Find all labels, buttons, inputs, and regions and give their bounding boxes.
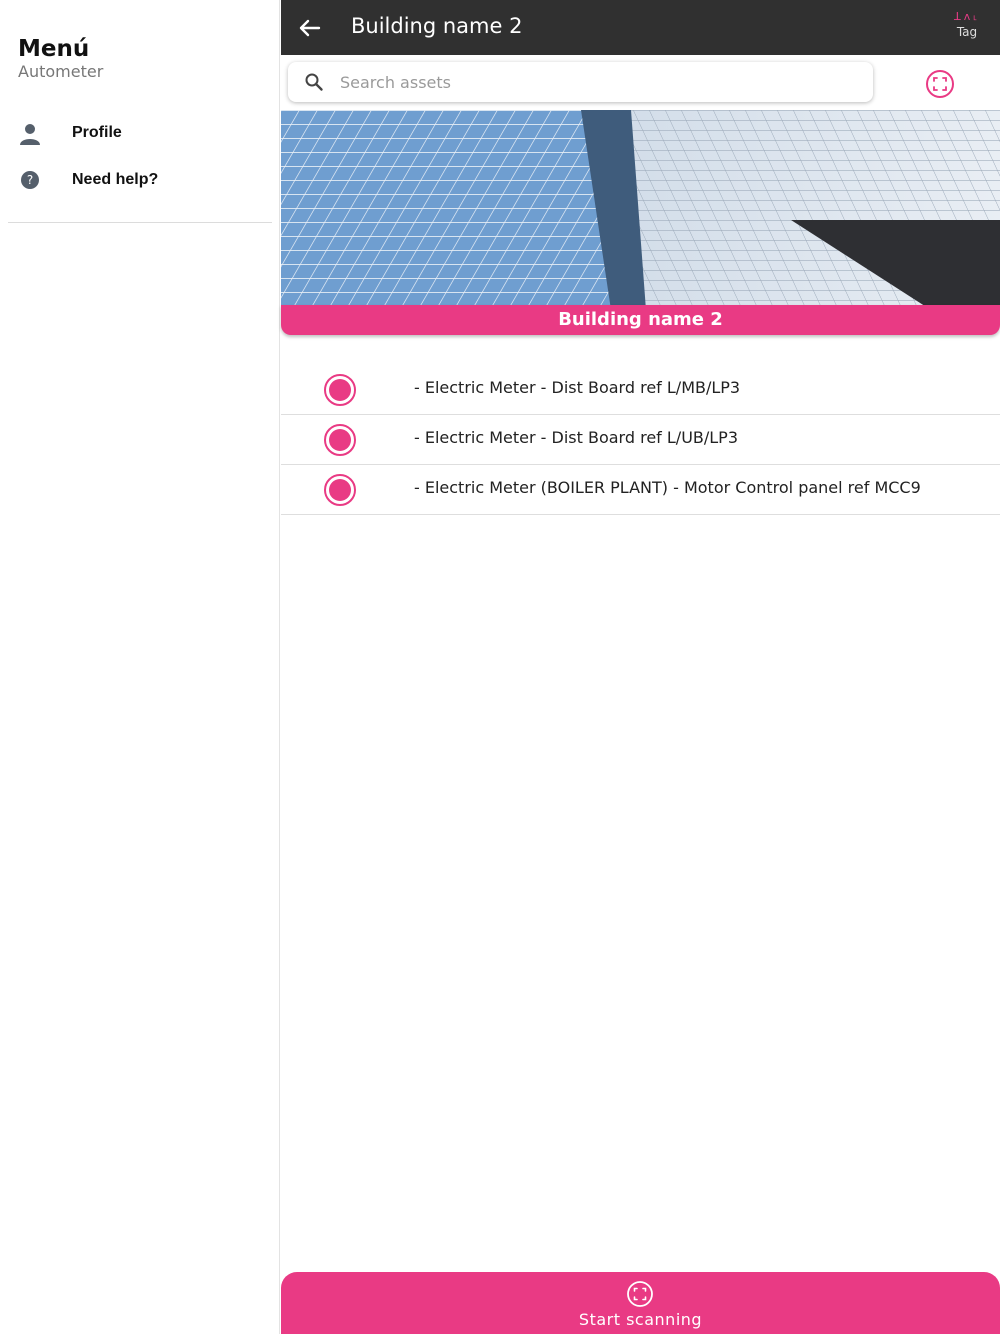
app-bar: Building name 2 ꓕʌ˪ Tag xyxy=(281,0,1000,55)
sidebar-item-profile[interactable]: Profile xyxy=(0,114,272,154)
svg-text:?: ? xyxy=(27,173,33,187)
scan-icon xyxy=(627,1281,653,1307)
side-menu: Menú Autometer Profile ? Need help? xyxy=(0,0,280,1334)
building-name-banner: Building name 2 xyxy=(281,305,1000,335)
sidebar-item-label: Profile xyxy=(72,124,122,141)
building-photo xyxy=(281,110,1000,310)
start-scanning-button[interactable]: Start scanning xyxy=(281,1272,1000,1334)
brand-text: Tag xyxy=(956,25,978,39)
brand-logo: ꓕʌ˪ Tag xyxy=(950,10,984,44)
list-item[interactable]: - Electric Meter - Dist Board ref L/MB/L… xyxy=(281,365,1000,415)
menu-subtitle: Autometer xyxy=(18,62,104,81)
radio-dot-icon xyxy=(324,374,356,406)
building-image xyxy=(281,110,1000,310)
list-item[interactable]: - Electric Meter (BOILER PLANT) - Motor … xyxy=(281,465,1000,515)
back-arrow-icon[interactable] xyxy=(293,12,325,44)
building-name: Building name 2 xyxy=(558,309,723,330)
asset-label: - Electric Meter - Dist Board ref L/UB/L… xyxy=(414,428,739,447)
list-item[interactable]: - Electric Meter - Dist Board ref L/UB/L… xyxy=(281,415,1000,465)
page-title: Building name 2 xyxy=(351,14,523,38)
asset-label: - Electric Meter (BOILER PLANT) - Motor … xyxy=(414,478,921,497)
search-icon xyxy=(305,73,323,91)
person-icon xyxy=(20,124,40,145)
menu-title: Menú xyxy=(18,36,90,62)
brand-mark: ꓕʌ˪ xyxy=(954,10,980,23)
search-input[interactable] xyxy=(340,68,860,96)
sidebar-item-label: Need help? xyxy=(72,171,159,188)
sidebar-item-help[interactable]: ? Need help? xyxy=(0,161,272,201)
radio-dot-icon xyxy=(324,424,356,456)
scan-icon[interactable] xyxy=(925,69,955,99)
radio-dot-icon xyxy=(324,474,356,506)
app-root: Menú Autometer Profile ? Need help? Buil… xyxy=(0,0,1000,1334)
start-scanning-label: Start scanning xyxy=(578,1310,703,1329)
sidebar-divider xyxy=(8,222,272,223)
asset-list: - Electric Meter - Dist Board ref L/MB/L… xyxy=(281,365,1000,515)
main-panel: Building name 2 ꓕʌ˪ Tag Search assets Bu… xyxy=(281,0,1000,1334)
search-bar xyxy=(288,62,873,102)
help-icon: ? xyxy=(21,171,39,189)
asset-label: - Electric Meter - Dist Board ref L/MB/L… xyxy=(414,378,741,397)
